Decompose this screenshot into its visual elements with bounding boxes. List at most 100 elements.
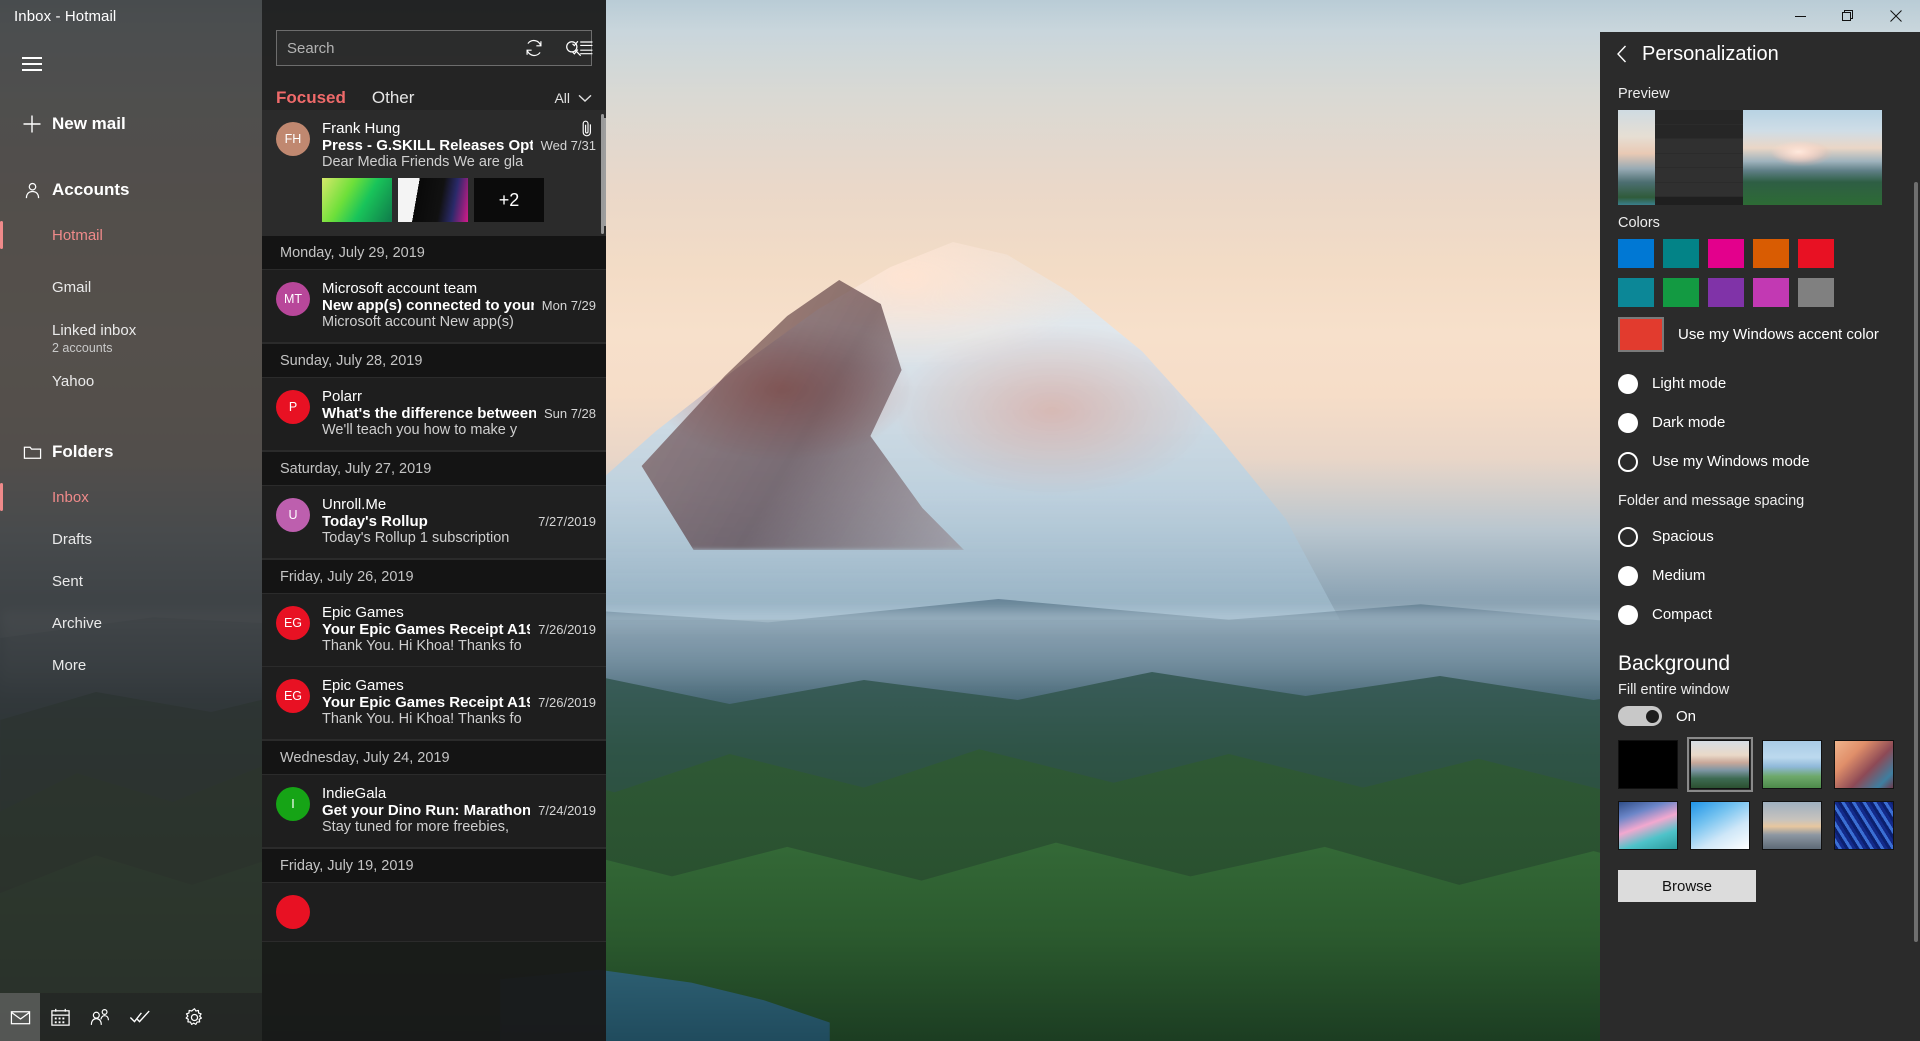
background-thumb-blue-polygons[interactable] bbox=[1690, 801, 1750, 850]
personalization-scrollbar[interactable] bbox=[1914, 182, 1918, 942]
sidebar-item-inbox[interactable]: Inbox bbox=[0, 476, 262, 518]
avatar-initials: EG bbox=[283, 689, 303, 703]
attachment-thumbnail[interactable] bbox=[398, 178, 468, 222]
sidebar-item-sent[interactable]: Sent bbox=[0, 560, 262, 602]
color-swatch-red[interactable] bbox=[1798, 239, 1834, 268]
message-preview: Microsoft account New app(s) bbox=[322, 314, 514, 330]
app-switcher-bar bbox=[0, 993, 262, 1041]
window-title: Inbox - Hotmail bbox=[14, 7, 117, 25]
background-thumb-solid-black[interactable] bbox=[1618, 740, 1678, 789]
color-swatch-gray[interactable] bbox=[1798, 278, 1834, 307]
person-icon bbox=[12, 181, 52, 200]
radio-spacious[interactable]: Spacious bbox=[1618, 517, 1902, 556]
background-thumb-abstract-bubbles[interactable] bbox=[1618, 801, 1678, 850]
color-swatch-green[interactable] bbox=[1663, 278, 1699, 307]
sidebar-item-sublabel: 2 accounts bbox=[52, 341, 113, 355]
list-item[interactable]: EG Epic Games Your Epic Games Receipt A1… bbox=[262, 594, 606, 667]
list-item[interactable]: EG Epic Games Your Epic Games Receipt A1… bbox=[262, 667, 606, 740]
avatar: P bbox=[276, 390, 310, 424]
message-preview: Thank You. Hi Khoa! Thanks fo bbox=[322, 711, 522, 727]
sidebar-item-yahoo[interactable]: Yahoo bbox=[0, 360, 262, 402]
color-swatch-purple[interactable] bbox=[1708, 278, 1744, 307]
folders-label: Folders bbox=[52, 442, 114, 461]
plus-icon bbox=[12, 114, 52, 134]
list-item[interactable] bbox=[262, 883, 606, 942]
sidebar-item-more[interactable]: More bbox=[0, 644, 262, 686]
radio-label: Use my Windows mode bbox=[1652, 453, 1810, 470]
avatar-initials: MT bbox=[283, 292, 303, 306]
accent-color-swatch[interactable] bbox=[1618, 317, 1664, 352]
sidebar-item-archive[interactable]: Archive bbox=[0, 602, 262, 644]
attachment-thumbnail[interactable] bbox=[322, 178, 392, 222]
message-subject: Press - G.SKILL Releases Optim bbox=[322, 137, 533, 154]
minimize-icon[interactable] bbox=[1776, 0, 1824, 32]
avatar: EG bbox=[276, 606, 310, 640]
message-sender: Polarr bbox=[322, 388, 363, 405]
sync-icon[interactable] bbox=[510, 30, 558, 66]
sidebar-item-drafts[interactable]: Drafts bbox=[0, 518, 262, 560]
sidebar-item-linked-inbox[interactable]: Linked inbox 2 accounts bbox=[0, 318, 262, 360]
back-chevron-icon[interactable] bbox=[1606, 38, 1638, 70]
radio-compact[interactable]: Compact bbox=[1618, 595, 1902, 634]
message-sender: IndieGala bbox=[322, 785, 387, 802]
windows-accent-color-option[interactable]: Use my Windows accent color bbox=[1618, 317, 1902, 352]
color-swatch-magenta[interactable] bbox=[1708, 239, 1744, 268]
background-image-grid bbox=[1618, 737, 1894, 850]
people-icon[interactable] bbox=[80, 993, 120, 1041]
preview-label: Preview bbox=[1618, 86, 1670, 102]
color-swatch-orchid[interactable] bbox=[1753, 278, 1789, 307]
background-thumb-slot-canyon[interactable] bbox=[1834, 740, 1894, 789]
message-preview: Today's Rollup 1 subscription bbox=[322, 530, 510, 546]
new-mail-label: New mail bbox=[52, 114, 126, 133]
color-swatch-orange[interactable] bbox=[1753, 239, 1789, 268]
message-date: Sun 7/28 bbox=[543, 406, 596, 421]
message-date: 7/26/2019 bbox=[538, 622, 596, 637]
list-item[interactable]: I IndieGala Get your Dino Run: Marathon … bbox=[262, 775, 606, 848]
radio-medium[interactable]: Medium bbox=[1618, 556, 1902, 595]
avatar-initials: U bbox=[288, 508, 298, 522]
message-list-scrollbar[interactable] bbox=[601, 114, 604, 234]
todo-icon[interactable] bbox=[120, 993, 160, 1041]
radio-label: Medium bbox=[1652, 567, 1706, 584]
background-thumb-blue-strokes[interactable] bbox=[1834, 801, 1894, 850]
mail-icon[interactable] bbox=[0, 993, 40, 1041]
sidebar-item-label: Hotmail bbox=[52, 226, 103, 244]
list-item[interactable]: MT Microsoft account team New app(s) con… bbox=[262, 270, 606, 343]
radio-windows-mode[interactable]: Use my Windows mode bbox=[1618, 442, 1902, 481]
fill-window-toggle[interactable] bbox=[1618, 706, 1662, 726]
background-thumb-dusk-horizon[interactable] bbox=[1762, 801, 1822, 850]
color-swatch-blue[interactable] bbox=[1618, 239, 1654, 268]
list-item[interactable]: FH Frank Hung Press - G.SKILL Releases O… bbox=[262, 110, 606, 235]
date-group-header: Monday, July 29, 2019 bbox=[262, 235, 606, 270]
browse-button[interactable]: Browse bbox=[1618, 870, 1756, 902]
new-mail-button[interactable]: New mail bbox=[0, 100, 262, 148]
accounts-header[interactable]: Accounts bbox=[0, 166, 262, 214]
list-item[interactable]: P Polarr What's the difference between S… bbox=[262, 378, 606, 451]
background-thumb-mount-rainier[interactable] bbox=[1687, 737, 1753, 792]
sidebar-item-gmail[interactable]: Gmail bbox=[0, 266, 262, 308]
gear-icon[interactable] bbox=[174, 993, 214, 1041]
avatar: I bbox=[276, 787, 310, 821]
close-icon[interactable] bbox=[1872, 0, 1920, 32]
message-subject: Your Epic Games Receipt A190 bbox=[322, 694, 531, 711]
attachment-overflow-count[interactable]: +2 bbox=[474, 178, 544, 222]
radio-dark-mode[interactable]: Dark mode bbox=[1618, 403, 1902, 442]
radio-light-mode[interactable]: Light mode bbox=[1618, 364, 1902, 403]
folders-header[interactable]: Folders bbox=[0, 428, 262, 476]
hamburger-icon[interactable] bbox=[8, 40, 56, 88]
sidebar-item-hotmail[interactable]: Hotmail bbox=[0, 214, 262, 256]
list-item[interactable]: U Unroll.Me Today's Rollup 7/27/2019 Tod… bbox=[262, 486, 606, 559]
select-mode-icon[interactable] bbox=[558, 30, 606, 66]
background-thumb-tree-meadow[interactable] bbox=[1762, 740, 1822, 789]
window-controls bbox=[1776, 0, 1920, 32]
maximize-icon[interactable] bbox=[1824, 0, 1872, 32]
calendar-icon[interactable] bbox=[40, 993, 80, 1041]
sidebar-item-label: Drafts bbox=[52, 530, 93, 548]
color-swatch-teal[interactable] bbox=[1663, 239, 1699, 268]
message-sender: Microsoft account team bbox=[322, 280, 478, 297]
filter-dropdown[interactable]: All bbox=[554, 90, 592, 106]
color-swatch-cyan[interactable] bbox=[1618, 278, 1654, 307]
avatar: FH bbox=[276, 122, 310, 156]
message-list[interactable]: FH Frank Hung Press - G.SKILL Releases O… bbox=[262, 110, 606, 1041]
fill-window-toggle-row[interactable]: On bbox=[1618, 706, 1902, 726]
